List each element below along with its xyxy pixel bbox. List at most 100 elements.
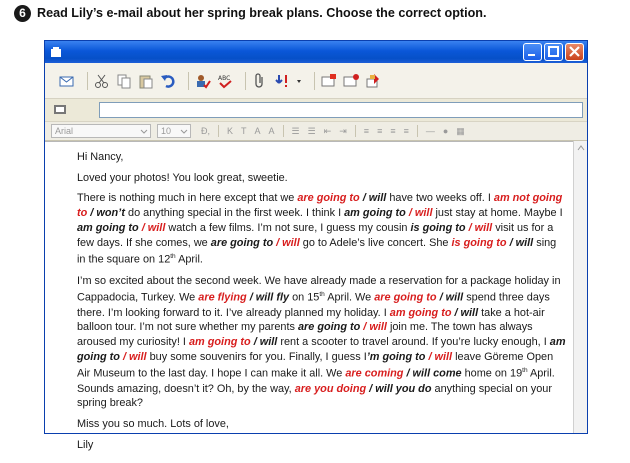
instruction: 6 Read Lily’s e-mail about her spring br…: [14, 3, 487, 23]
option-b: / will: [405, 207, 433, 220]
size-select-value: 10: [161, 126, 172, 136]
text: April.: [175, 253, 203, 266]
text: home on 19: [461, 368, 523, 381]
spelling-icon[interactable]: ABC: [217, 73, 233, 89]
insert-link-icon[interactable]: ●: [443, 126, 448, 136]
signature: Lily: [77, 438, 94, 451]
option-a: are going to: [297, 321, 361, 334]
horizontal-line-icon[interactable]: —: [426, 126, 435, 136]
minimize-button[interactable]: [523, 43, 542, 61]
font-select[interactable]: Arial: [51, 124, 151, 138]
dropdown-arrow-icon[interactable]: [296, 73, 302, 89]
option-correct: are coming: [345, 368, 404, 381]
text: buy some souvenirs for you. Finally, I g…: [146, 350, 367, 363]
opening-line: Loved your photos! You look great, sweet…: [77, 171, 288, 184]
greeting: Hi Nancy,: [77, 151, 124, 163]
text: April. We: [324, 291, 375, 304]
option-b: / will: [250, 335, 278, 348]
text: have two weeks off. I: [386, 192, 494, 205]
align-center-icon[interactable]: ≡: [377, 126, 382, 136]
text: do anything special in the first week. I…: [124, 207, 345, 220]
option-alt: / won’t: [87, 207, 125, 220]
option-b: / will: [119, 350, 147, 363]
option-a: are going to: [210, 236, 274, 249]
encrypt-icon[interactable]: [365, 73, 381, 89]
italic-button[interactable]: T: [241, 126, 247, 136]
close-button[interactable]: [565, 43, 584, 61]
maximize-button[interactable]: [544, 43, 563, 61]
option-alt: / will come: [403, 368, 462, 381]
option-correct: are going to: [297, 192, 360, 205]
email-text: Hi Nancy, Loved your photos! You look gr…: [77, 150, 567, 459]
subject-bar: [45, 99, 587, 121]
chevron-down-icon: [140, 129, 148, 134]
option-b: / will: [138, 221, 166, 234]
option-b: / will: [360, 321, 387, 334]
scroll-up-icon[interactable]: [576, 143, 586, 153]
app-icon: [51, 47, 61, 57]
option-b: / will: [451, 306, 479, 319]
text: watch a few films. I’m not sure, I guess…: [165, 221, 411, 234]
chevron-down-icon: [180, 129, 188, 134]
instruction-text: Read Lily’s e-mail about her spring brea…: [37, 6, 487, 20]
bullet-list-icon[interactable]: ☰: [308, 126, 316, 137]
option-b: / will: [436, 291, 464, 304]
option-a: ’m going to: [366, 350, 426, 363]
stationery-icon: [54, 105, 66, 114]
option-alt: / will: [506, 236, 534, 249]
option-a: is going to: [410, 221, 466, 234]
underline-button[interactable]: A: [255, 126, 261, 136]
cut-icon[interactable]: [94, 73, 110, 89]
text: rent a scooter to travel around. If you’…: [277, 335, 550, 348]
attach-icon[interactable]: [252, 72, 268, 89]
paragraph-2: I’m so excited about the second week. We…: [77, 274, 567, 412]
paragraph-style-icon[interactable]: Ð,: [201, 126, 210, 136]
insert-card-icon[interactable]: [343, 73, 359, 89]
option-alt: / will you do: [366, 382, 432, 395]
format-toolbar: Arial 10 Ð, K T A A ☰ ☰ ⇤ ⇥ ≡ ≡ ≡ ≡ — ● …: [45, 121, 587, 141]
option-alt: / will: [359, 192, 387, 205]
svg-text:ABC: ABC: [218, 75, 230, 82]
text: go to Adele’s live concert. She: [299, 236, 452, 249]
option-a: am going to: [344, 207, 406, 220]
message-body[interactable]: Hi Nancy, Loved your photos! You look gr…: [45, 141, 573, 451]
copy-icon[interactable]: [116, 73, 132, 89]
main-toolbar: ABC: [45, 63, 587, 99]
option-b: / will: [425, 350, 453, 363]
option-b: / will: [465, 221, 493, 234]
scrollbar[interactable]: [573, 141, 587, 433]
flag-icon[interactable]: [321, 73, 337, 89]
option-a: am going to: [188, 335, 251, 348]
font-color-button[interactable]: A: [269, 126, 275, 136]
text: There is nothing much in here except tha…: [77, 192, 298, 205]
priority-icon[interactable]: [274, 73, 290, 89]
minimize-icon: [528, 54, 535, 56]
email-window: ABC Arial 10 Ð, K T A A ☰ ☰ ⇤ ⇥ ≡ ≡ ≡ ≡ …: [44, 40, 588, 451]
exercise-number: 6: [14, 4, 31, 22]
justify-icon[interactable]: ≡: [404, 126, 409, 136]
align-left-icon[interactable]: ≡: [364, 126, 369, 136]
undo-icon[interactable]: [160, 73, 176, 89]
option-alt: / will fly: [246, 291, 290, 304]
option-a: am going to: [389, 306, 452, 319]
text: on 15: [289, 291, 320, 304]
size-select[interactable]: 10: [157, 124, 191, 138]
paragraph-1: There is nothing much in here except tha…: [77, 191, 567, 267]
check-names-icon[interactable]: [195, 73, 211, 89]
option-b: / will: [273, 236, 300, 249]
numbered-list-icon[interactable]: ☰: [292, 126, 300, 137]
align-right-icon[interactable]: ≡: [390, 126, 395, 136]
font-select-value: Arial: [55, 126, 74, 136]
maximize-icon: [548, 46, 559, 57]
paste-icon[interactable]: [138, 73, 154, 89]
subject-input[interactable]: [99, 102, 583, 118]
text: just stay at home. Maybe I: [432, 207, 563, 220]
send-icon[interactable]: [59, 73, 75, 89]
option-correct: are flying: [198, 291, 247, 304]
increase-indent-icon[interactable]: ⇥: [339, 126, 347, 137]
decrease-indent-icon[interactable]: ⇤: [324, 126, 332, 137]
close-icon: [569, 46, 580, 57]
option-correct: are you doing: [294, 382, 367, 395]
bold-button[interactable]: K: [227, 126, 233, 136]
insert-picture-icon[interactable]: ▦: [456, 126, 465, 137]
